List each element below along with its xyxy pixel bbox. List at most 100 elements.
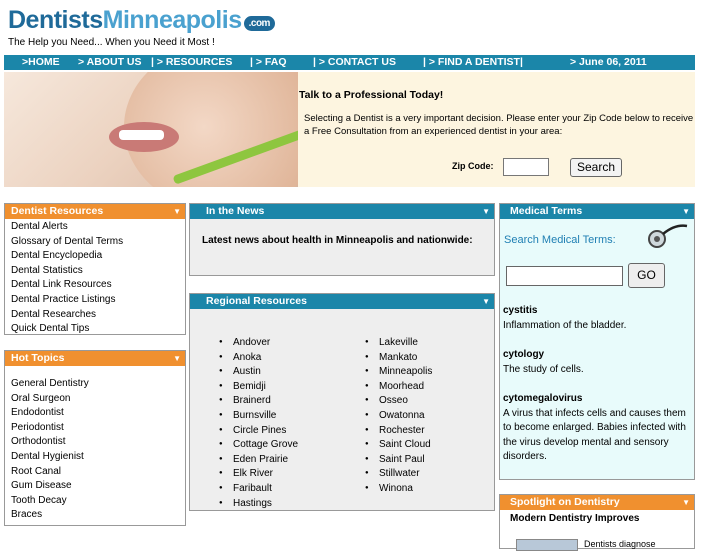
panel-title: Medical Terms — [510, 205, 583, 217]
medical-terms-header[interactable]: Medical Terms ▼ — [500, 204, 694, 219]
nav-date: > June 06, 2011 — [570, 56, 647, 68]
city-link[interactable]: Eden Prairie — [219, 454, 288, 465]
nav-faq[interactable]: | > FAQ — [250, 56, 287, 68]
city-link[interactable]: Winona — [365, 483, 413, 494]
panel-title: Regional Resources — [206, 295, 307, 307]
nav-home[interactable]: >HOME — [22, 56, 60, 68]
spotlight-thumbnail — [516, 539, 578, 551]
hero-smile-image — [4, 72, 298, 187]
site-logo[interactable]: DentistsMinneapolis .com — [8, 6, 275, 35]
hot-topics-header[interactable]: Hot Topics ▼ — [5, 351, 185, 366]
city-link[interactable]: Stillwater — [365, 468, 419, 479]
topic-link[interactable]: Periodontist — [5, 421, 185, 436]
resource-link[interactable]: Dental Alerts — [5, 220, 185, 235]
city-link[interactable]: Cottage Grove — [219, 439, 298, 450]
term-name[interactable]: cytomegalovirus — [503, 393, 582, 404]
chevron-down-icon[interactable]: ▼ — [482, 294, 490, 309]
nav-about-us[interactable]: > ABOUT US — [78, 56, 142, 68]
term-name[interactable]: cystitis — [503, 305, 537, 316]
topic-link[interactable]: Oral Surgeon — [5, 392, 185, 407]
term-entry: cytomegalovirus A virus that infects cell… — [500, 392, 694, 465]
city-link[interactable]: Osseo — [365, 395, 408, 406]
term-definition: Inflammation of the bladder. — [503, 319, 627, 331]
medical-terms-input[interactable] — [506, 266, 623, 286]
term-definition: A virus that infects cells and causes th… — [503, 407, 686, 463]
city-link[interactable]: Anoka — [219, 352, 262, 363]
hot-topics-panel: Hot Topics ▼ General Dentistry Oral Surge… — [4, 350, 186, 526]
logo-badge: .com — [243, 16, 275, 31]
topic-link[interactable]: Dental Hygienist — [5, 450, 185, 465]
city-link[interactable]: Owatonna — [365, 410, 424, 421]
resource-link[interactable]: Dental Link Resources — [5, 278, 185, 293]
city-link[interactable]: Mankato — [365, 352, 417, 363]
chevron-down-icon[interactable]: ▼ — [682, 495, 690, 510]
term-definition: The study of cells. — [503, 363, 584, 375]
search-medical-terms-label: Search Medical Terms: — [504, 234, 616, 246]
resource-link[interactable]: Dental Researches — [5, 308, 185, 323]
spotlight-panel: Spotlight on Dentistry ▼ Modern Dentistry… — [499, 494, 695, 551]
topic-link[interactable]: Endodontist — [5, 406, 185, 421]
tagline: The Help you Need... When you Need it Mo… — [8, 37, 215, 48]
topic-link[interactable]: General Dentistry — [5, 377, 185, 392]
news-panel: In the News ▼ Latest news about health in… — [189, 203, 495, 276]
city-link[interactable]: Burnsville — [219, 410, 276, 421]
city-link[interactable]: Brainerd — [219, 395, 271, 406]
topic-link[interactable]: Tooth Decay — [5, 494, 185, 509]
topic-link[interactable]: Braces — [5, 508, 185, 523]
nav-find-a-dentist[interactable]: | > FIND A DENTIST| — [423, 56, 523, 68]
topic-link[interactable]: Orthodontist — [5, 435, 185, 450]
nav-bar: >HOME > ABOUT US | > RESOURCES | > FAQ |… — [4, 55, 695, 70]
hero-text: Selecting a Dentist is a very important … — [304, 113, 694, 137]
city-link[interactable]: Moorhead — [365, 381, 424, 392]
hero-banner: Talk to a Professional Today! Selecting … — [4, 72, 695, 187]
panel-title: Spotlight on Dentistry — [510, 496, 620, 508]
resource-link[interactable]: Dental Statistics — [5, 264, 185, 279]
regional-resources-panel: Regional Resources ▼ Andover Anoka Austin Be… — [189, 293, 495, 511]
city-link[interactable]: Faribault — [219, 483, 272, 494]
go-button[interactable]: GO — [628, 263, 665, 288]
terms-list: cystitis Inflammation of the bladder. cyt… — [500, 304, 694, 465]
news-text: Latest news about health in Minneapolis … — [202, 235, 473, 246]
chevron-down-icon[interactable]: ▼ — [173, 351, 181, 366]
medical-terms-panel: Medical Terms ▼ Search Medical Terms: GO … — [499, 203, 695, 480]
nav-resources[interactable]: | > RESOURCES — [151, 56, 232, 68]
zip-code-input[interactable] — [503, 158, 549, 176]
zip-label: Zip Code: — [452, 161, 494, 171]
dentist-resources-panel: Dentist Resources ▼ Dental Alerts Glossar… — [4, 203, 186, 335]
regional-resources-header[interactable]: Regional Resources ▼ — [190, 294, 494, 309]
resource-link[interactable]: Dental Encyclopedia — [5, 249, 185, 264]
city-link[interactable]: Hastings — [219, 498, 272, 509]
topic-link[interactable]: Root Canal — [5, 465, 185, 480]
city-link[interactable]: Lakeville — [365, 337, 418, 348]
dentist-resources-header[interactable]: Dentist Resources ▼ — [5, 204, 185, 219]
term-entry: cytology The study of cells. — [500, 348, 694, 377]
city-link[interactable]: Elk River — [219, 468, 273, 479]
chevron-down-icon[interactable]: ▼ — [482, 204, 490, 219]
spotlight-header[interactable]: Spotlight on Dentistry ▼ — [500, 495, 694, 510]
panel-title: Hot Topics — [11, 352, 65, 364]
city-link[interactable]: Austin — [219, 366, 261, 377]
search-button[interactable]: Search — [570, 158, 622, 177]
spotlight-snippet: Dentists diagnose — [584, 539, 656, 549]
logo-text-1: Dentists — [8, 6, 103, 34]
term-name[interactable]: cytology — [503, 349, 544, 360]
spotlight-headline[interactable]: Modern Dentistry Improves — [510, 513, 639, 524]
resource-link[interactable]: Glossary of Dental Terms — [5, 235, 185, 250]
hero-title: Talk to a Professional Today! — [299, 89, 444, 101]
city-link[interactable]: Andover — [219, 337, 270, 348]
nav-contact-us[interactable]: | > CONTACT US — [313, 56, 396, 68]
resource-link[interactable]: Dental Practice Listings — [5, 293, 185, 308]
city-link[interactable]: Minneapolis — [365, 366, 432, 377]
panel-title: Dentist Resources — [11, 205, 104, 217]
city-link[interactable]: Rochester — [365, 425, 424, 436]
topic-link[interactable]: Gum Disease — [5, 479, 185, 494]
resource-link[interactable]: Quick Dental Tips — [5, 322, 185, 337]
chevron-down-icon[interactable]: ▼ — [173, 204, 181, 219]
stethoscope-icon — [643, 220, 691, 255]
city-link[interactable]: Saint Cloud — [365, 439, 431, 450]
city-link[interactable]: Bemidji — [219, 381, 266, 392]
city-link[interactable]: Circle Pines — [219, 425, 286, 436]
city-link[interactable]: Saint Paul — [365, 454, 424, 465]
chevron-down-icon[interactable]: ▼ — [682, 204, 690, 219]
news-header[interactable]: In the News ▼ — [190, 204, 494, 219]
